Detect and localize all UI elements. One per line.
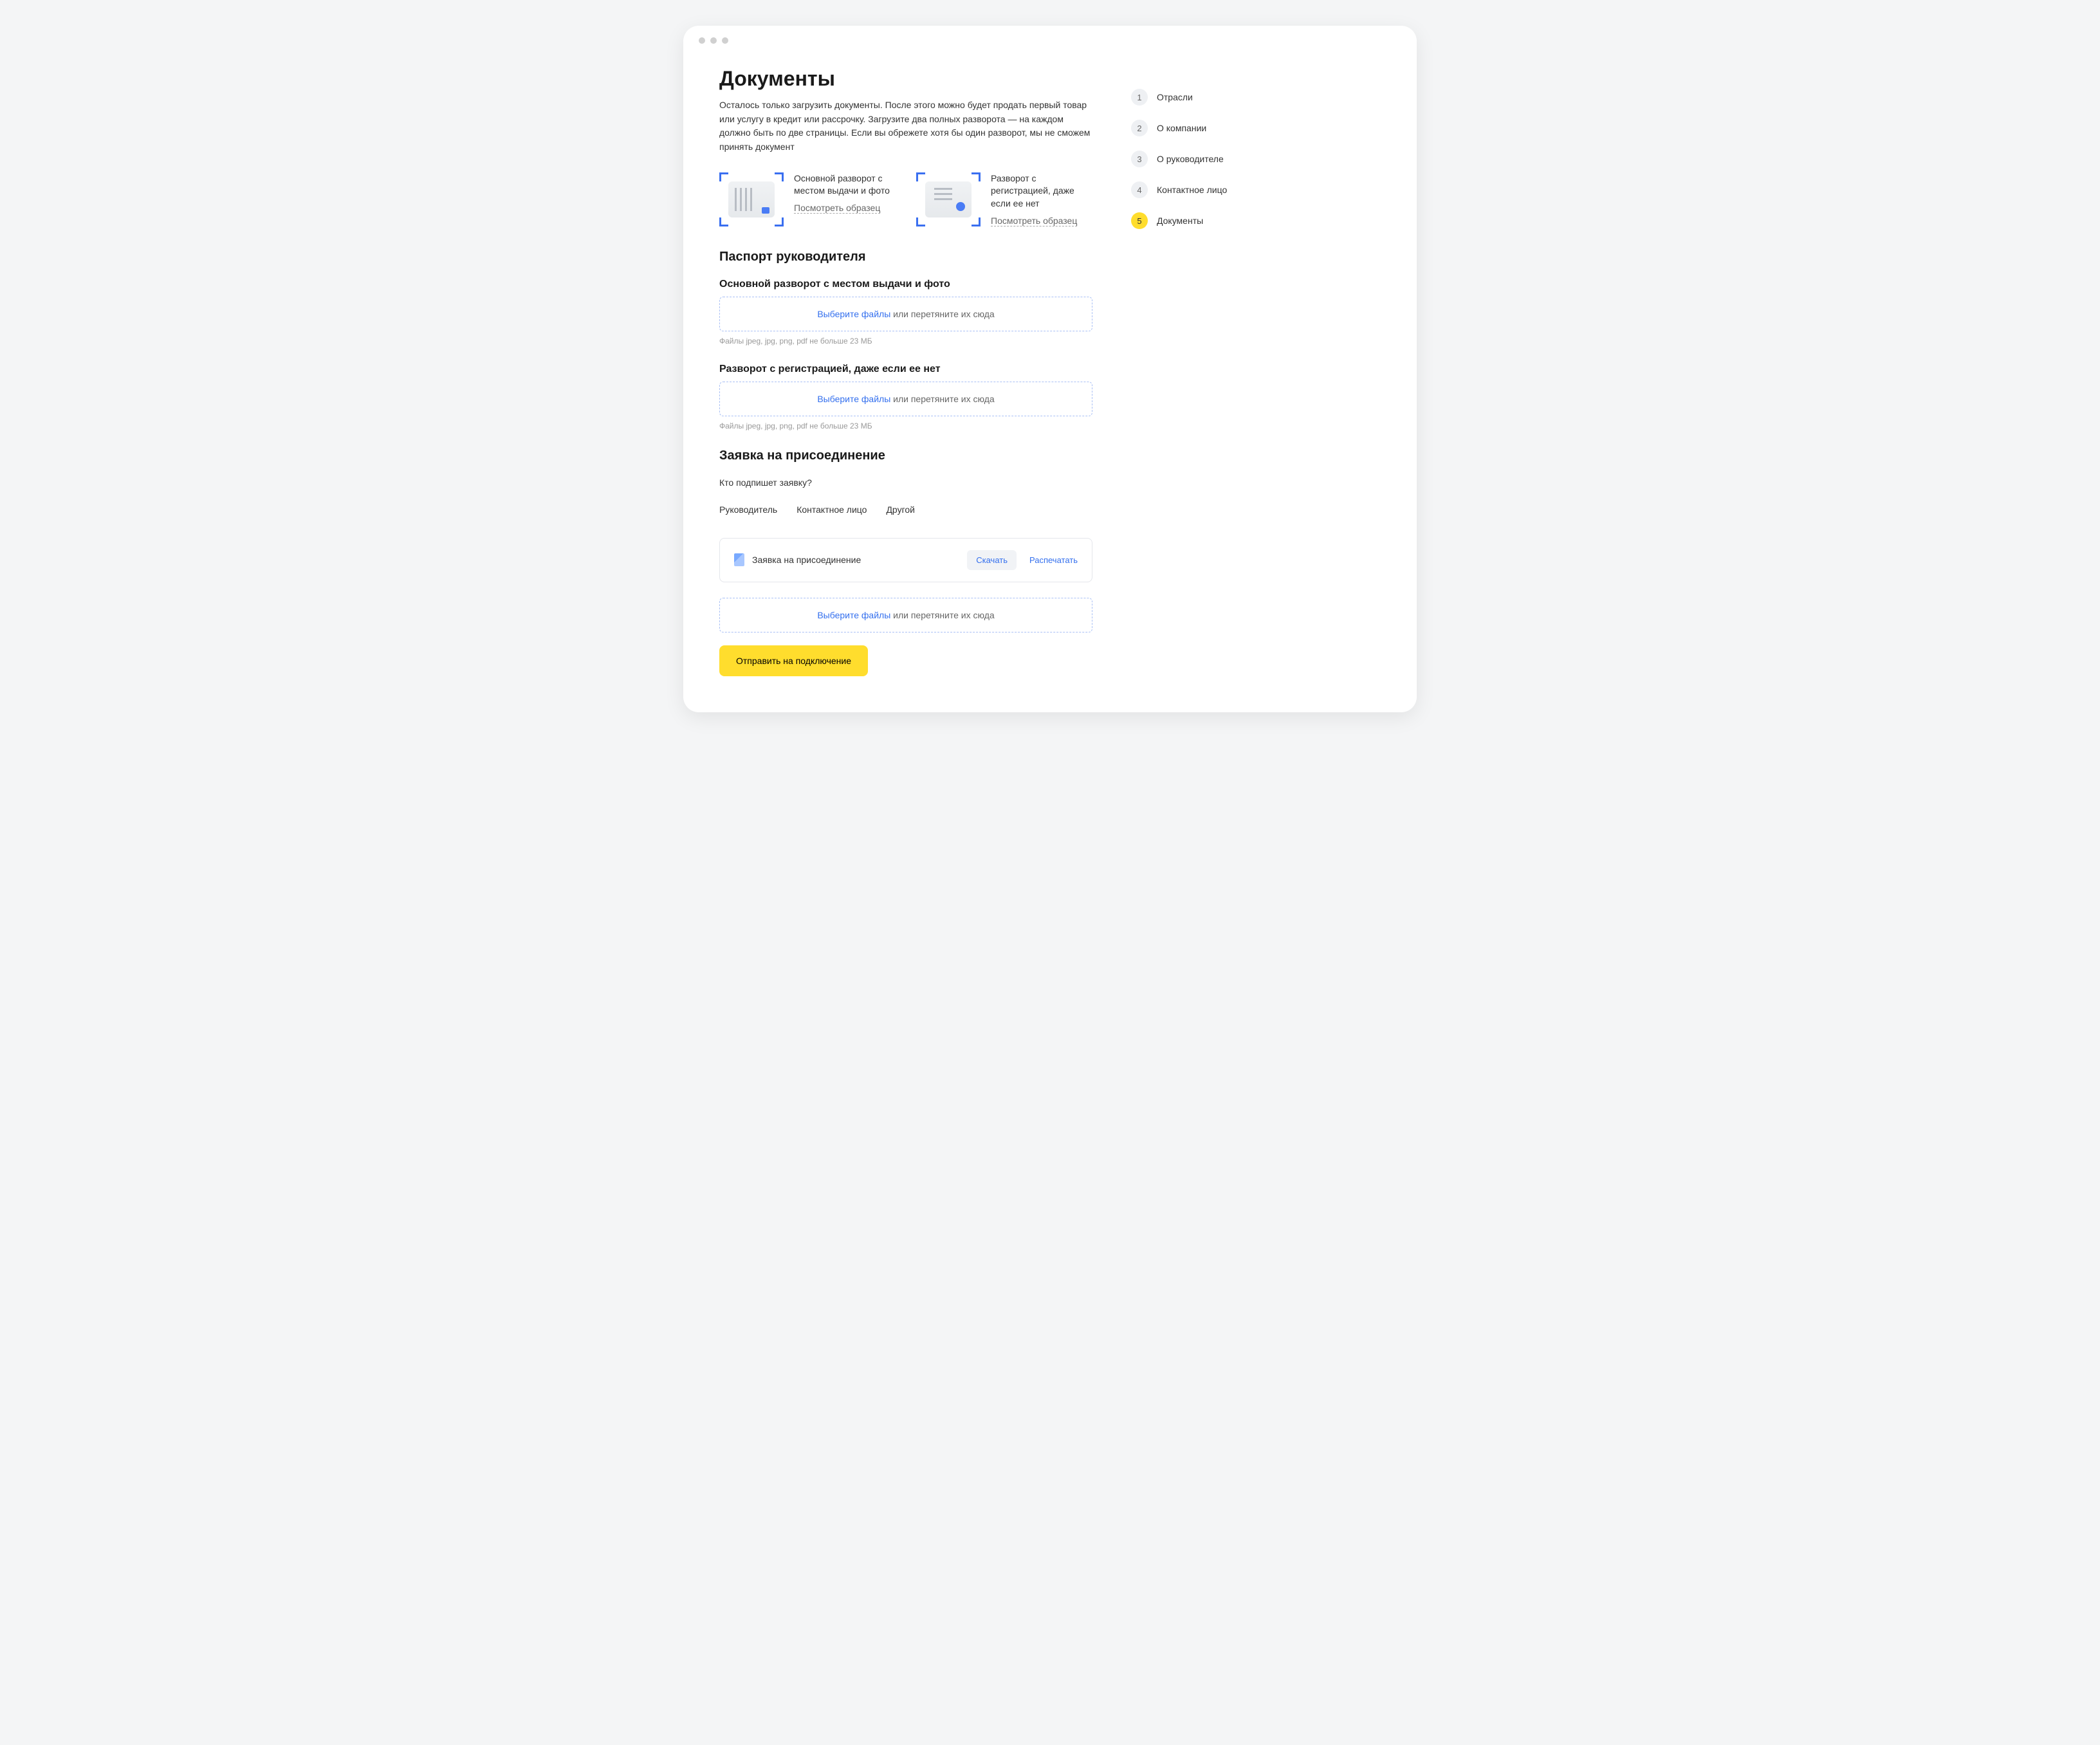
view-sample-main-link[interactable]: Посмотреть образец (794, 203, 880, 214)
upload-registration-dropzone[interactable]: Выберите файлы или перетяните их сюда (719, 382, 1092, 416)
examples-row: Основной разворот с местом выдачи и фото… (719, 172, 1092, 226)
document-icon (734, 553, 744, 566)
window-control-maximize[interactable] (722, 37, 728, 44)
titlebar (683, 26, 1417, 55)
step-label: О компании (1157, 123, 1206, 133)
tab-director[interactable]: Руководитель (719, 501, 777, 519)
step-number: 2 (1131, 120, 1148, 136)
step-label: О руководителе (1157, 154, 1224, 164)
view-sample-registration-link[interactable]: Посмотреть образец (991, 216, 1077, 226)
example-registration-label: Разворот с регистрацией, даже если ее не… (991, 172, 1092, 210)
window-control-minimize[interactable] (710, 37, 717, 44)
step-item-5[interactable]: 5 Документы (1131, 212, 1381, 229)
example-main-label: Основной разворот с местом выдачи и фото (794, 172, 896, 198)
example-registration-spread: Разворот с регистрацией, даже если ее не… (916, 172, 1092, 226)
step-label: Контактное лицо (1157, 185, 1227, 195)
upload-registration-hint: Файлы jpeg, jpg, png, pdf не больше 23 М… (719, 421, 1092, 430)
step-item-1[interactable]: 1 Отрасли (1131, 89, 1381, 106)
upload-main-title: Основной разворот с местом выдачи и фото (719, 279, 1092, 290)
signer-question: Кто подпишет заявку? (719, 477, 1092, 488)
signer-tabs: Руководитель Контактное лицо Другой (719, 501, 1092, 519)
step-label: Отрасли (1157, 92, 1193, 102)
tab-other[interactable]: Другой (886, 501, 915, 519)
select-files-label: Выберите файлы (817, 610, 890, 620)
select-files-label: Выберите файлы (817, 309, 890, 319)
step-number: 3 (1131, 151, 1148, 167)
print-link[interactable]: Распечатать (1029, 555, 1078, 565)
application-doc-name: Заявка на присоединение (752, 555, 959, 565)
download-button[interactable]: Скачать (967, 550, 1017, 570)
step-item-3[interactable]: 3 О руководителе (1131, 151, 1381, 167)
window-control-close[interactable] (699, 37, 705, 44)
example-thumb-main (719, 172, 784, 226)
application-heading: Заявка на присоединение (719, 448, 1092, 463)
drag-files-label: или перетяните их сюда (890, 309, 994, 319)
upload-main-dropzone[interactable]: Выберите файлы или перетяните их сюда (719, 297, 1092, 331)
drag-files-label: или перетяните их сюда (890, 394, 994, 404)
step-number: 1 (1131, 89, 1148, 106)
step-number: 5 (1131, 212, 1148, 229)
select-files-label: Выберите файлы (817, 394, 890, 404)
step-item-2[interactable]: 2 О компании (1131, 120, 1381, 136)
step-item-4[interactable]: 4 Контактное лицо (1131, 181, 1381, 198)
tab-contact-person[interactable]: Контактное лицо (797, 501, 867, 519)
passport-illustration-icon (728, 181, 775, 217)
step-number: 4 (1131, 181, 1148, 198)
steps-sidebar: 1 Отрасли 2 О компании 3 О руководителе 4 Конта… (1131, 67, 1381, 676)
upload-registration-title: Разворот с регистрацией, даже если ее не… (719, 364, 1092, 375)
page-title: Документы (719, 67, 1092, 91)
passport-heading: Паспорт руководителя (719, 250, 1092, 264)
application-doc-card: Заявка на присоединение Скачать Распечат… (719, 538, 1092, 582)
upload-application-dropzone[interactable]: Выберите файлы или перетяните их сюда (719, 598, 1092, 632)
registration-illustration-icon (925, 181, 972, 217)
page-intro: Осталось только загрузить документы. Пос… (719, 98, 1092, 154)
app-window: Документы Осталось только загрузить доку… (683, 26, 1417, 712)
drag-files-label: или перетяните их сюда (890, 610, 994, 620)
upload-main-hint: Файлы jpeg, jpg, png, pdf не больше 23 М… (719, 337, 1092, 346)
submit-button[interactable]: Отправить на подключение (719, 645, 868, 676)
step-label: Документы (1157, 216, 1203, 226)
main-content: Документы Осталось только загрузить доку… (719, 67, 1092, 676)
example-thumb-registration (916, 172, 981, 226)
example-main-spread: Основной разворот с местом выдачи и фото… (719, 172, 896, 226)
